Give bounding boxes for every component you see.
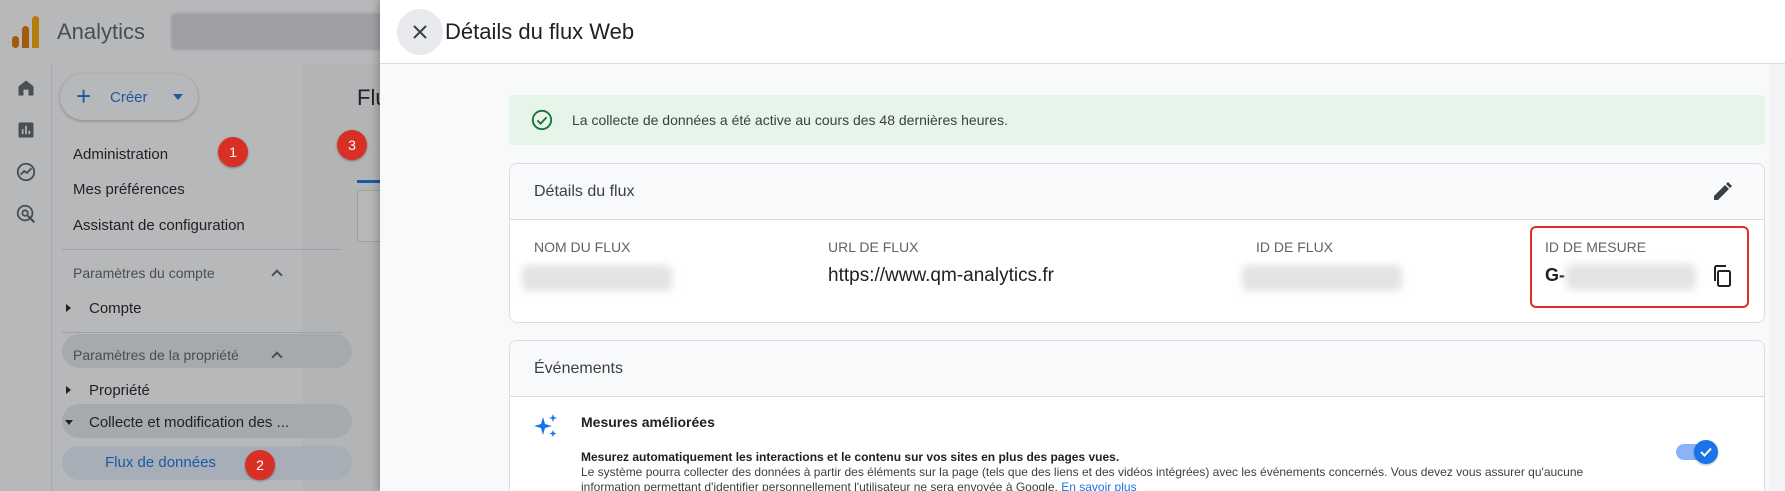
annotation-badge-1: 1 (218, 137, 248, 167)
toggle-knob (1694, 440, 1718, 464)
status-text: La collecte de données a été active au c… (572, 112, 1008, 128)
panel-header: Détails du flux Web (380, 0, 1785, 64)
stream-details-header: Détails du flux (510, 164, 1764, 220)
check-circle-icon (531, 109, 553, 131)
events-title: Événements (534, 360, 623, 377)
sparkle-icon (534, 414, 557, 437)
stream-id-value-redacted (1242, 265, 1402, 291)
annotation-badge-2: 2 (245, 450, 275, 480)
pencil-icon[interactable] (1710, 180, 1734, 204)
check-icon (1700, 447, 1712, 457)
enhanced-measurement-title: Mesures améliorées (581, 414, 715, 430)
stream-name-value-redacted (522, 265, 672, 291)
enhanced-measurement-summary: Mesurez automatiquement les interactions… (581, 450, 1120, 464)
close-button[interactable] (397, 9, 443, 55)
panel-scrollbar[interactable] (1769, 64, 1785, 491)
events-card: Événements Mesures améliorées Mesurez au… (509, 340, 1765, 491)
measurement-id-highlight (1530, 226, 1749, 308)
stream-name-label: NOM DU FLUX (534, 239, 631, 255)
stream-url-label: URL DE FLUX (828, 239, 919, 255)
learn-more-link[interactable]: En savoir plus (1061, 480, 1136, 491)
panel-title: Détails du flux Web (445, 19, 635, 44)
annotation-badge-3: 3 (337, 130, 367, 160)
enhanced-measurement-description-2: information permettant d'identifier pers… (581, 480, 1137, 491)
enhanced-measurement-toggle[interactable] (1676, 440, 1718, 464)
description-line-2: information permettant d'identifier pers… (581, 480, 1058, 491)
stream-id-label: ID DE FLUX (1256, 239, 1334, 255)
events-header: Événements (510, 341, 1764, 397)
stream-url-value: https://www.qm-analytics.fr (828, 265, 1054, 286)
stream-details-title: Détails du flux (534, 183, 635, 200)
close-icon (413, 25, 427, 39)
data-collection-status-banner: La collecte de données a été active au c… (509, 95, 1765, 145)
enhanced-measurement-description: Le système pourra collecter des données … (581, 465, 1584, 479)
